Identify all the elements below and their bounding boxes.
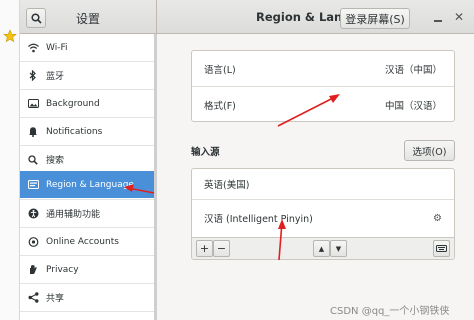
formats-label: 格式(F) (204, 100, 236, 112)
star-icon (3, 29, 17, 43)
sidebar-item-online-accounts[interactable]: Online Accounts (20, 228, 157, 255)
language-label: 语言(L) (204, 64, 236, 76)
input-sources-toolbar: + − ▲ ▼ (192, 237, 454, 259)
online-accounts-icon (20, 236, 46, 247)
wifi-icon (20, 43, 46, 53)
language-row[interactable]: 语言(L) 汉语（中国） (192, 51, 454, 86)
input-source-label: 汉语 (Intelligent Pinyin) (204, 214, 313, 225)
sidebar-item-label: Privacy (46, 264, 79, 275)
privacy-hand-icon (20, 264, 46, 275)
search-icon (20, 154, 46, 165)
input-source-item[interactable]: 汉语 (Intelligent Pinyin) ⚙ (192, 200, 454, 236)
sidebar-item-label: Notifications (46, 126, 103, 137)
language-value: 汉语（中国） (384, 64, 442, 76)
close-button[interactable]: ✕ (450, 8, 468, 26)
bell-icon (20, 126, 46, 137)
add-icon: + (199, 242, 210, 255)
keyboard-layout-button[interactable] (433, 240, 450, 257)
remove-input-source-button[interactable]: − (213, 240, 230, 257)
input-source-item[interactable]: 英语(美国) (192, 169, 454, 199)
sidebar-item-label: Wi-Fi (46, 42, 68, 53)
sidebar: Wi-Fi 蓝牙 Background Notifications 搜索 Reg… (20, 34, 157, 320)
minimize-button[interactable] (429, 8, 447, 26)
sidebar-item-search[interactable]: 搜索 (20, 146, 157, 173)
bluetooth-icon (20, 70, 46, 81)
sidebar-item-wifi[interactable]: Wi-Fi (20, 34, 157, 61)
sidebar-item-label: Online Accounts (46, 236, 119, 247)
move-down-button[interactable]: ▼ (330, 240, 347, 257)
input-source-label: 英语(美国) (204, 180, 250, 191)
watermark: CSDN @qq_一个小钢铁侠 (330, 306, 450, 317)
move-up-button[interactable]: ▲ (313, 240, 330, 257)
sidebar-item-sharing[interactable]: 共享 (20, 284, 157, 311)
keyboard-icon (436, 245, 447, 252)
formats-value: 中国（汉语） (384, 100, 442, 112)
sidebar-separator (20, 311, 157, 312)
add-input-source-button[interactable]: + (196, 240, 213, 257)
sidebar-item-bluetooth[interactable]: 蓝牙 (20, 62, 157, 89)
close-icon: ✕ (453, 10, 465, 24)
sidebar-item-region-language[interactable]: Region & Language (20, 171, 157, 198)
region-language-panel: 语言(L) 汉语（中国） 格式(F) 中国（汉语） 输入源 选项(O) 英语(美… (157, 34, 474, 320)
options-button[interactable]: 选项(O) (404, 140, 455, 161)
chevron-down-icon: ▼ (335, 244, 342, 253)
input-sources-list: 英语(美国) 汉语 (Intelligent Pinyin) ⚙ + − ▲ ▼ (191, 168, 455, 260)
chevron-up-icon: ▲ (318, 244, 325, 253)
sidebar-item-privacy[interactable]: Privacy (20, 256, 157, 283)
accessibility-icon (20, 208, 46, 219)
search-icon (30, 12, 42, 24)
desktop-edge-strip (0, 0, 20, 320)
remove-icon: − (216, 242, 227, 255)
formats-row[interactable]: 格式(F) 中国（汉语） (192, 87, 454, 122)
minimize-icon (434, 20, 442, 22)
sidebar-title: 设置 (76, 12, 101, 26)
sidebar-item-background[interactable]: Background (20, 90, 157, 117)
sidebar-item-label: 共享 (46, 294, 65, 304)
sidebar-item-accessibility[interactable]: 通用辅助功能 (20, 200, 157, 227)
settings-gear-icon[interactable]: ⚙ (433, 213, 442, 224)
sidebar-item-label: Region & Language (46, 179, 134, 190)
input-sources-heading: 输入源 (191, 147, 220, 158)
sidebar-item-label: 通用辅助功能 (46, 210, 101, 220)
sidebar-item-label: Background (46, 98, 100, 109)
header-bar: 设置 Region & Language 登录屏幕(S) ✕ (20, 0, 474, 34)
language-format-frame: 语言(L) 汉语（中国） 格式(F) 中国（汉语） (191, 50, 455, 122)
region-flag-icon (20, 180, 46, 189)
sidebar-item-label: 蓝牙 (46, 72, 65, 82)
share-icon (20, 292, 46, 303)
settings-window: 设置 Region & Language 登录屏幕(S) ✕ Wi-Fi 蓝牙 (20, 0, 474, 320)
login-screen-button[interactable]: 登录屏幕(S) (340, 8, 410, 29)
header-divider (156, 0, 157, 34)
background-icon (20, 99, 46, 108)
sidebar-item-notifications[interactable]: Notifications (20, 118, 157, 145)
search-button[interactable] (26, 8, 46, 28)
sidebar-item-label: 搜索 (46, 156, 65, 166)
